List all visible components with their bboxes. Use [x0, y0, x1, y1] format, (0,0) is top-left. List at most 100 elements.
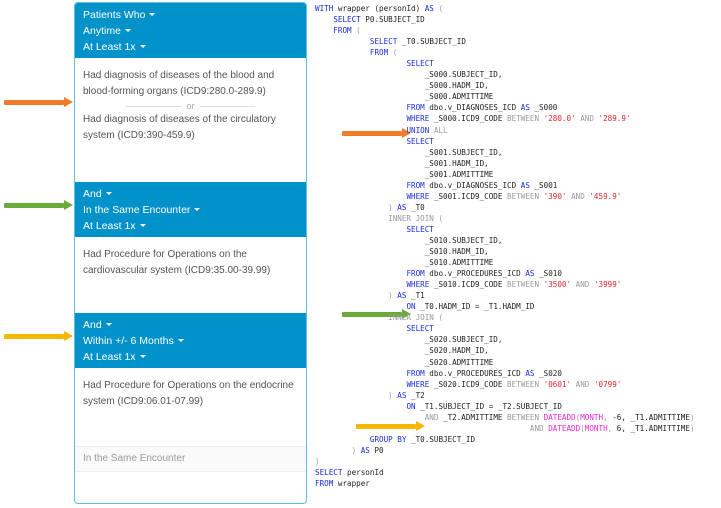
- yellow-arrow-icon: [4, 331, 73, 341]
- sql-text: _S000.SUBJECT_ID,: [315, 70, 503, 80]
- sql-keyword: FROM: [406, 103, 425, 113]
- sql-text: _S020.HADM_ID,: [315, 346, 489, 356]
- sql-text: _S000.ADMITTIME: [315, 92, 494, 102]
- dropdown-label: In the Same Encounter: [83, 204, 191, 216]
- sql-keyword: FROM: [406, 269, 425, 279]
- sql-text: _S000.HADM_ID,: [315, 81, 489, 91]
- sql-string: '0601': [543, 379, 572, 389]
- frequency-dropdown[interactable]: At Least 1x: [83, 349, 298, 365]
- timeframe-dropdown[interactable]: Anytime: [83, 23, 298, 39]
- sql-keyword: SELECT: [315, 467, 343, 477]
- code-line: FROM dbo.v_PROCEDURES_ICD AS _S010: [315, 268, 695, 279]
- criterion-text[interactable]: Had diagnosis of diseases of the blood a…: [83, 68, 298, 100]
- sql-function: MONTH: [580, 412, 604, 422]
- criterion-text[interactable]: Had diagnosis of diseases of the circula…: [83, 112, 298, 144]
- frequency-dropdown[interactable]: At Least 1x: [83, 218, 298, 234]
- divider: [199, 105, 255, 107]
- criterion-text[interactable]: Had Procedure for Operations on the card…: [83, 247, 298, 279]
- caret-down-icon: [177, 338, 184, 342]
- code-line: FROM dbo.v_DIAGNOSES_ICD AS _S001: [315, 180, 695, 191]
- sql-text: _T1.SUBJECT_ID = _T2.SUBJECT_ID: [415, 401, 562, 411]
- sql-operator: INNER JOIN (: [315, 213, 444, 223]
- sql-operator: AND: [580, 114, 594, 124]
- code-line: INNER JOIN (: [315, 213, 695, 224]
- sql-keyword: SELECT: [369, 37, 398, 47]
- group-body: Had Procedure for Operations on the card…: [75, 237, 306, 313]
- orange-arrow-icon: [4, 97, 73, 107]
- sql-text: _S010.ICD9_CODE: [429, 280, 508, 290]
- patients-who-dropdown[interactable]: Patients Who: [83, 7, 298, 23]
- sql-text: -6, _T1.ADMITTIME: [607, 412, 690, 422]
- sql-text: _S020: [534, 368, 562, 378]
- sql-text: _S010.SUBJECT_ID,: [315, 235, 503, 245]
- sql-keyword: FROM: [369, 48, 389, 58]
- group-header: And In the Same Encounter At Least 1x: [75, 182, 306, 237]
- logic-dropdown[interactable]: And: [83, 317, 298, 333]
- sql-text: wrapper: [333, 479, 370, 489]
- code-line: FROM (: [315, 25, 695, 36]
- code-line: _S010.HADM_ID,: [315, 246, 695, 257]
- timeframe-dropdown[interactable]: Within +/- 6 Months: [83, 333, 298, 349]
- sql-text: _T0.SUBJECT_ID: [406, 434, 476, 444]
- sql-text: _S001.ICD9_CODE: [429, 191, 508, 201]
- sql-text: _T0.HADM_ID = _T1.HADM_ID: [415, 302, 535, 312]
- code-line: FROM dbo.v_DIAGNOSES_ICD AS _S000: [315, 102, 695, 113]
- sql-text: dbo.v_DIAGNOSES_ICD: [424, 103, 521, 113]
- sql-text: dbo.v_PROCEDURES_ICD: [424, 368, 526, 378]
- sql-operator: ): [315, 456, 320, 466]
- code-line: AND DATEADD(MONTH, 6, _T1.ADMITTIME): [315, 423, 695, 434]
- dropdown-label: At Least 1x: [83, 220, 136, 232]
- sql-operator: (: [388, 48, 398, 58]
- same-encounter-option[interactable]: In the Same Encounter: [75, 446, 306, 472]
- sql-text: _T2: [406, 390, 425, 400]
- code-line: _S000.ADMITTIME: [315, 91, 695, 102]
- sql-operator: ): [315, 445, 361, 455]
- sql-text: _S000.ICD9_CODE: [429, 114, 508, 124]
- dropdown-label: Within +/- 6 Months: [83, 335, 174, 347]
- divider: [126, 105, 182, 107]
- sql-text: _S020.SUBJECT_ID,: [315, 335, 503, 345]
- sql-function: MONTH: [584, 423, 608, 433]
- green-arrow-icon: [4, 200, 73, 210]
- code-line: SELECT _T0.SUBJECT_ID: [315, 36, 695, 47]
- code-line: WITH wrapper (personId) AS (: [315, 3, 695, 14]
- sql-string: '459.9': [589, 191, 622, 201]
- criteria-group-2: And In the Same Encounter At Least 1x Ha…: [75, 182, 306, 313]
- sql-operator: BETWEEN: [507, 379, 540, 389]
- frequency-dropdown[interactable]: At Least 1x: [83, 39, 298, 55]
- logic-dropdown[interactable]: And: [83, 186, 298, 202]
- sql-keyword: WHERE: [406, 191, 430, 201]
- sql-string: '3500': [543, 280, 572, 290]
- criteria-panel: Patients Who Anytime At Least 1x Had dia…: [74, 2, 307, 504]
- code-line: ) AS P0: [315, 445, 695, 456]
- sql-string: '289.9': [598, 114, 631, 124]
- sql-text: dbo.v_PROCEDURES_ICD: [424, 269, 526, 279]
- code-line: WHERE _S010.ICD9_CODE BETWEEN '3500' AND…: [315, 279, 695, 290]
- sql-text: _S010.ADMITTIME: [315, 258, 494, 268]
- criterion-text[interactable]: Had Procedure for Operations on the endo…: [83, 378, 298, 410]
- sql-keyword: SELECT: [406, 136, 434, 146]
- timeframe-dropdown[interactable]: In the Same Encounter: [83, 202, 298, 218]
- sql-text: _S020.ICD9_CODE: [429, 379, 508, 389]
- caret-down-icon: [105, 191, 112, 195]
- sql-string: '3999': [593, 280, 622, 290]
- caret-down-icon: [105, 322, 112, 326]
- code-line: ) AS _T1: [315, 290, 695, 301]
- sql-text: P0: [369, 445, 384, 455]
- sql-text: _S020.ADMITTIME: [315, 357, 494, 367]
- sql-keyword: SELECT: [406, 224, 434, 234]
- sql-text: P0.SUBJECT_ID: [360, 15, 425, 25]
- caret-down-icon: [194, 207, 201, 211]
